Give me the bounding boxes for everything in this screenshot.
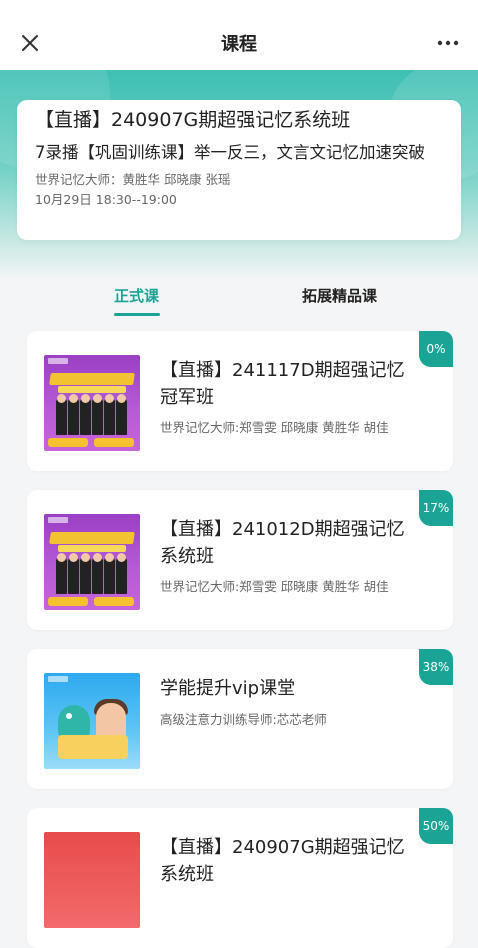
course-card[interactable]: 【直播】241012D期超强记忆系统班 世界记忆大师:郑雪雯 邱晓康 黄胜华 胡…	[27, 490, 453, 630]
close-button[interactable]	[16, 29, 44, 57]
course-thumbnail	[44, 355, 140, 451]
course-thumbnail	[44, 673, 140, 769]
top-nav-bar: 课程	[0, 16, 478, 70]
course-title: 【直播】240907G期超强记忆系统班	[160, 837, 405, 885]
course-thumbnail	[44, 832, 140, 928]
live-lesson-subtitle: 7录播【巩固训练课】举一反三，文言文记忆加速突破	[35, 143, 425, 162]
progress-badge: 17%	[419, 490, 453, 526]
course-title: 学能提升vip课堂	[160, 678, 296, 699]
tab-extended-courses[interactable]: 拓展精品课	[302, 282, 377, 310]
course-title: 【直播】241012D期超强记忆系统班	[160, 519, 405, 567]
progress-badge: 38%	[419, 649, 453, 685]
close-icon	[22, 35, 38, 51]
live-lesson-teachers: 世界记忆大师：黄胜华 邱晓康 张瑶	[35, 172, 231, 187]
course-card[interactable]: 学能提升vip课堂 高级注意力训练导师:芯芯老师 38%	[27, 649, 453, 789]
progress-badge: 0%	[419, 331, 453, 367]
course-tabs: 正式课 拓展精品课	[0, 282, 478, 318]
live-lesson-card[interactable]: 【直播】240907G期超强记忆系统班 7录播【巩固训练课】举一反三，文言文记忆…	[17, 100, 461, 240]
course-card[interactable]: 【直播】241117D期超强记忆冠军班 世界记忆大师:郑雪雯 邱晓康 黄胜华 胡…	[27, 331, 453, 471]
course-thumbnail	[44, 514, 140, 610]
tab-formal-courses[interactable]: 正式课	[114, 282, 159, 310]
course-card[interactable]: 【直播】240907G期超强记忆系统班 50%	[27, 808, 453, 948]
course-teachers: 世界记忆大师:郑雪雯 邱晓康 黄胜华 胡佳	[160, 420, 389, 435]
course-teachers: 世界记忆大师:郑雪雯 邱晓康 黄胜华 胡佳	[160, 579, 389, 594]
progress-badge: 50%	[419, 808, 453, 844]
live-lesson-title: 【直播】240907G期超强记忆系统班	[35, 109, 351, 131]
page-title: 课程	[221, 34, 257, 55]
course-teachers: 高级注意力训练导师:芯芯老师	[160, 712, 327, 727]
course-title: 【直播】241117D期超强记忆冠军班	[160, 360, 405, 408]
active-tab-indicator	[114, 313, 160, 316]
status-bar	[0, 0, 478, 16]
more-icon	[437, 40, 459, 46]
more-button[interactable]	[434, 29, 462, 57]
live-lesson-time: 10月29日 18:30--19:00	[35, 192, 177, 207]
